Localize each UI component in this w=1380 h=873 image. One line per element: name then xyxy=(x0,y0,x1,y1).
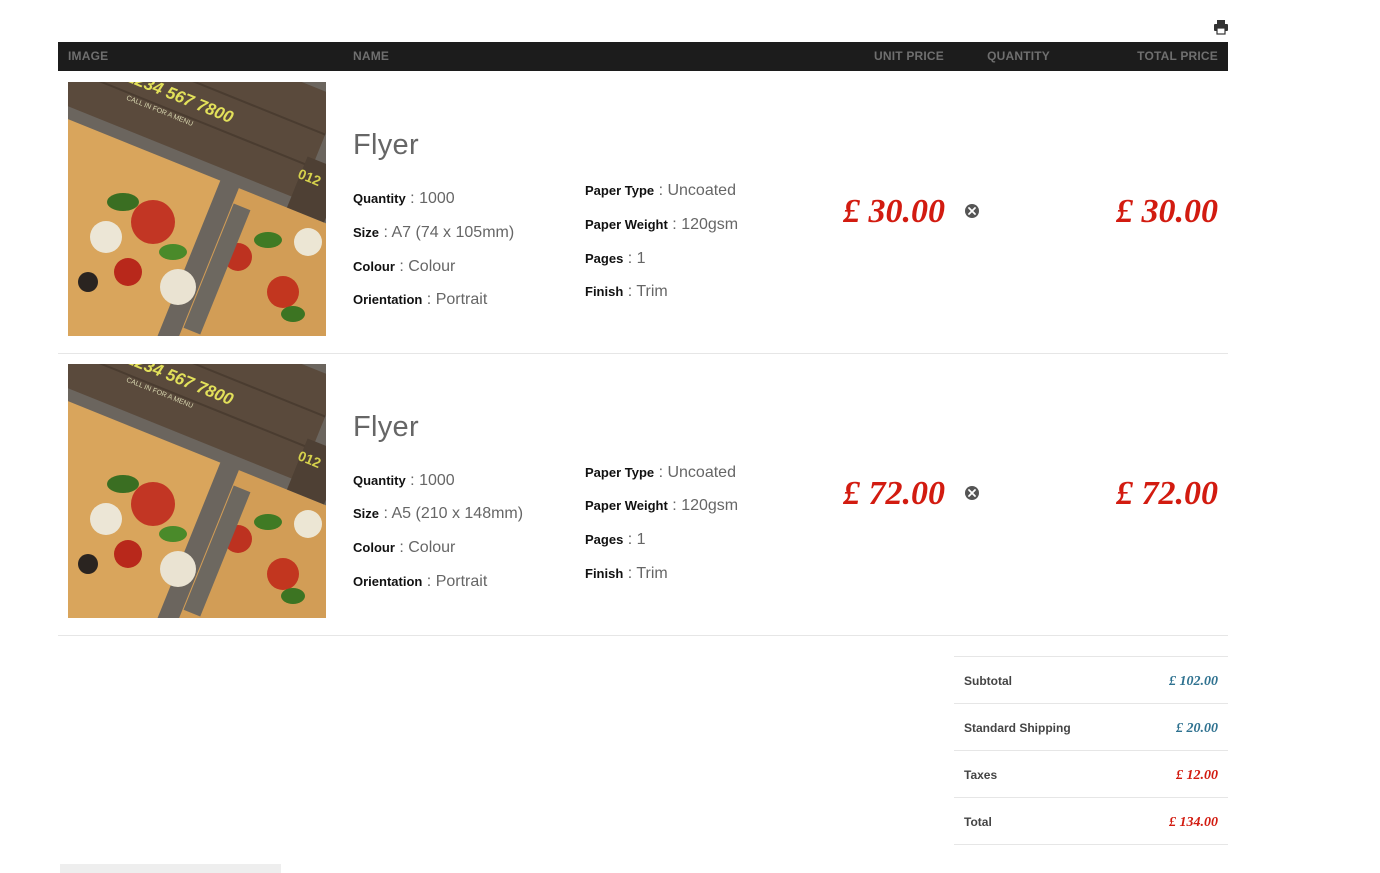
remove-circle-icon[interactable] xyxy=(964,203,980,219)
column-header-unit-price: UNIT PRICE xyxy=(873,49,944,63)
attr-pages: Pages : 1 xyxy=(585,250,646,267)
totals-row-total: Total £ 134.00 xyxy=(954,797,1228,845)
column-header-quantity: QUANTITY xyxy=(987,49,1050,63)
attr-paper-type: Paper Type : Uncoated xyxy=(585,464,736,481)
product-title[interactable]: Flyer xyxy=(353,411,419,444)
attr-finish: Finish : Trim xyxy=(585,565,668,582)
attr-pages: Pages : 1 xyxy=(585,531,646,548)
unit-price: £ 72.00 xyxy=(843,475,945,512)
cart-table-header: IMAGE NAME UNIT PRICE QUANTITY TOTAL PRI… xyxy=(58,42,1228,71)
shipping-value: £ 20.00 xyxy=(1176,721,1218,736)
totals-row-subtotal: Subtotal £ 102.00 xyxy=(954,656,1228,703)
total-value: £ 134.00 xyxy=(1169,815,1218,830)
attr-quantity: Quantity : 1000 xyxy=(353,472,455,489)
totals-row-shipping: Standard Shipping £ 20.00 xyxy=(954,703,1228,750)
taxes-label: Taxes xyxy=(964,768,998,782)
attr-finish: Finish : Trim xyxy=(585,283,668,300)
attr-quantity: Quantity : 1000 xyxy=(353,190,455,207)
cart-row: 01234 567 7800 CALL IN FOR A MENU 012 Fl… xyxy=(58,71,1228,354)
bottom-panel-edge xyxy=(60,864,281,873)
column-header-name: NAME xyxy=(353,49,390,63)
attr-size: Size : A7 (74 x 105mm) xyxy=(353,224,515,241)
attr-paper-weight: Paper Weight : 120gsm xyxy=(585,497,739,514)
subtotal-value: £ 102.00 xyxy=(1169,674,1218,689)
cart-row: 01234 567 7800 CALL IN FOR A MENU 012 Fl… xyxy=(58,353,1228,636)
attr-paper-weight: Paper Weight : 120gsm xyxy=(585,216,739,233)
attr-orientation: Orientation : Portrait xyxy=(353,573,488,590)
total-price: £ 30.00 xyxy=(1116,193,1218,230)
column-header-image: IMAGE xyxy=(68,49,109,63)
attr-size: Size : A5 (210 x 148mm) xyxy=(353,505,524,522)
subtotal-label: Subtotal xyxy=(964,674,1012,688)
attr-orientation: Orientation : Portrait xyxy=(353,291,488,308)
taxes-value: £ 12.00 xyxy=(1176,768,1218,783)
column-header-total-price: TOTAL PRICE xyxy=(1137,49,1218,63)
printer-icon[interactable] xyxy=(1213,19,1229,35)
total-price: £ 72.00 xyxy=(1116,475,1218,512)
product-title[interactable]: Flyer xyxy=(353,129,419,162)
attr-colour: Colour : Colour xyxy=(353,539,456,556)
attr-paper-type: Paper Type : Uncoated xyxy=(585,182,736,199)
remove-circle-icon[interactable] xyxy=(964,485,980,501)
shipping-label: Standard Shipping xyxy=(964,721,1071,735)
attr-colour: Colour : Colour xyxy=(353,258,456,275)
product-image[interactable]: 01234 567 7800 CALL IN FOR A MENU 012 xyxy=(68,82,326,336)
unit-price: £ 30.00 xyxy=(843,193,945,230)
order-totals: Subtotal £ 102.00 Standard Shipping £ 20… xyxy=(954,656,1228,845)
totals-row-taxes: Taxes £ 12.00 xyxy=(954,750,1228,797)
total-label: Total xyxy=(964,815,992,829)
product-image[interactable]: 01234 567 7800 CALL IN FOR A MENU 012 xyxy=(68,364,326,618)
